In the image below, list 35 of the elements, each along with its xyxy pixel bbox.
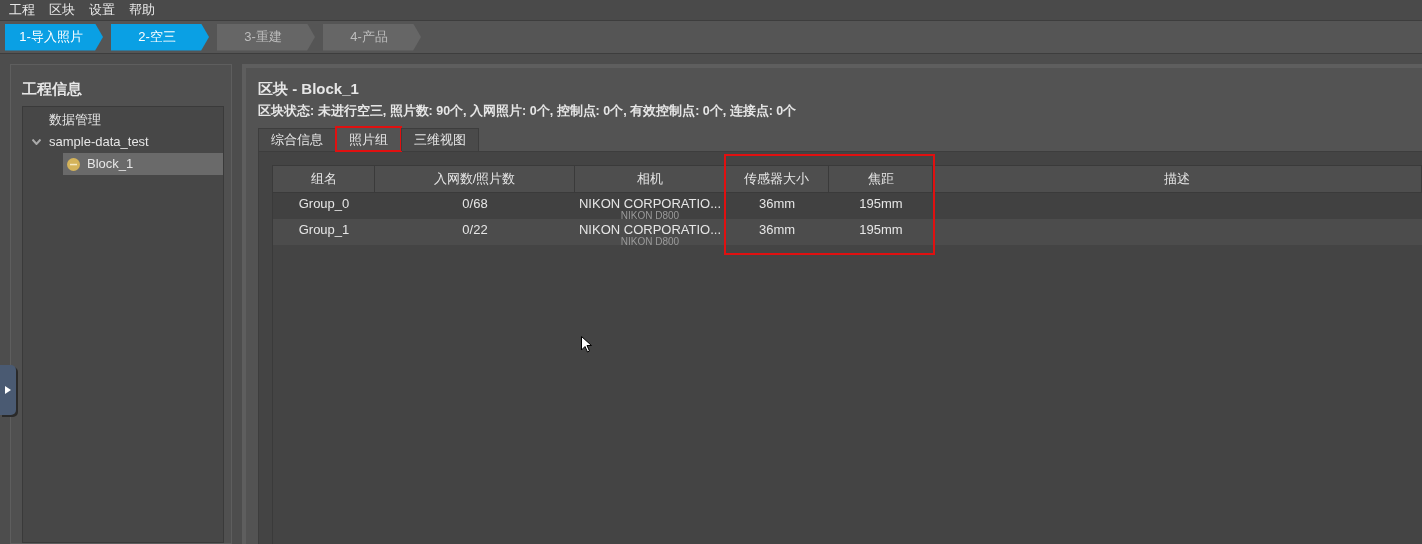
menu-item[interactable]: 区块 [42,0,82,20]
table-cell: Group_0 [298,196,350,211]
menu-item[interactable]: 工程 [2,0,42,20]
column-header[interactable]: 相机 [575,166,725,192]
menu-item[interactable]: 设置 [82,0,122,20]
table-cell: 195mm [859,222,903,237]
expand-caret-icon[interactable] [31,139,41,145]
column-header[interactable]: 描述 [933,166,1422,192]
panel-title: 工程信息 [22,79,83,99]
column-header[interactable]: 焦距 [829,166,933,192]
table-cell: NIKON CORPORATIO... [578,222,722,237]
table-cell: NIKON CORPORATIO... [578,196,722,211]
tree-item[interactable]: sample-data_test [49,132,149,152]
tree-item[interactable]: Block_1 [63,153,223,175]
column-header[interactable]: 组名 [273,166,375,192]
tab[interactable]: 三维视图 [401,128,479,151]
table-cell: 195mm [859,196,903,211]
status-dot-icon [67,157,80,171]
table-cell: Group_1 [298,222,350,237]
panel-toggle-handle[interactable] [0,365,16,415]
table-cell: 0/22 [462,222,488,237]
block-title: 区块 - Block_1 [258,79,360,99]
tree-item[interactable]: 数据管理 [49,110,101,130]
table-cell: 36mm [758,196,796,211]
column-header[interactable]: 传感器大小 [725,166,829,192]
tab[interactable]: 照片组 [336,127,401,151]
mouse-pointer-icon [581,336,592,353]
table-cell: NIKON D800 [620,211,680,219]
table-cell: NIKON D800 [620,237,680,245]
table-cell: 36mm [758,222,796,237]
column-header[interactable]: 入网数/照片数 [375,166,575,192]
block-status: 区块状态: 未进行空三, 照片数: 90个, 入网照片: 0个, 控制点: 0个, 有效控制点: 0个, 连接点: 0个 [258,103,798,120]
menu-item[interactable]: 帮助 [122,0,162,20]
tab[interactable]: 综合信息 [258,128,336,151]
table-cell: 0/68 [462,196,488,211]
